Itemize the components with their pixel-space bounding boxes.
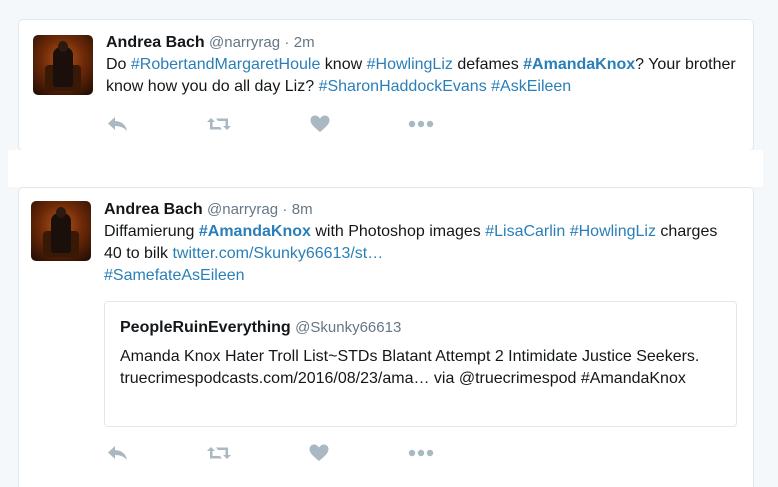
text-segment: Do <box>106 56 131 73</box>
tweet-card[interactable]: Andrea Bach @narryrag · 8m Diffamierung … <box>18 187 754 487</box>
tweet-card[interactable]: Andrea Bach @narryrag · 2m Do #Robertand… <box>18 19 754 151</box>
reply-icon[interactable] <box>106 114 130 134</box>
tweet-text: Do #RobertandMargaretHoule know #Howling… <box>106 54 746 98</box>
hashtag-link[interactable]: #HowlingLiz <box>570 223 656 240</box>
hashtag-link[interactable]: #SharonHaddockEvans <box>319 78 487 95</box>
quoted-tweet[interactable]: PeopleRuinEverything @Skunky66613 Amanda… <box>104 301 737 427</box>
avatar[interactable] <box>31 201 91 261</box>
quoted-author-name[interactable]: PeopleRuinEverything <box>120 319 291 336</box>
url-link[interactable]: twitter.com/Skunky66613/st… <box>172 245 383 262</box>
author-handle[interactable]: @narryrag <box>207 201 278 218</box>
retweet-icon[interactable] <box>207 443 231 463</box>
retweet-icon[interactable] <box>207 114 231 134</box>
quoted-tweet-text: Amanda Knox Hater Troll List~STDs Blatan… <box>120 348 700 387</box>
timestamp[interactable]: 8m <box>292 201 313 218</box>
timeline-gap <box>8 150 763 187</box>
hashtag-link[interactable]: #AskEileen <box>491 78 571 95</box>
timeline-top <box>0 0 778 12</box>
hashtag-link[interactable]: #HowlingLiz <box>367 56 453 73</box>
quoted-tweet-header: PeopleRuinEverything @Skunky66613 <box>120 318 401 338</box>
hashtag-link[interactable]: #RobertandMargaretHoule <box>131 56 320 73</box>
timestamp[interactable]: 2m <box>294 34 315 51</box>
hashtag-link[interactable]: #AmandaKnox <box>523 56 635 73</box>
tweet-actions <box>106 114 466 134</box>
like-icon[interactable] <box>308 114 332 134</box>
text-segment: Diffamierung <box>104 223 199 240</box>
hashtag-link[interactable]: #LisaCarlin <box>485 223 565 240</box>
hashtag-link[interactable]: #SamefateAsEileen <box>104 267 245 284</box>
tweet-text: Diffamierung #AmandaKnox with Photoshop … <box>104 221 724 287</box>
text-segment: defames <box>452 56 524 73</box>
separator-dot: · <box>284 34 290 51</box>
separator-dot: · <box>282 201 288 218</box>
tweet-actions <box>106 443 466 463</box>
hashtag-link[interactable]: #AmandaKnox <box>199 223 311 240</box>
reply-icon[interactable] <box>106 443 130 463</box>
like-icon[interactable] <box>307 443 331 463</box>
tweet-header: Andrea Bach @narryrag · 2m <box>106 33 315 53</box>
quoted-author-handle[interactable]: @Skunky66613 <box>295 319 401 336</box>
author-name[interactable]: Andrea Bach <box>104 201 203 218</box>
text-segment: with Photoshop images <box>310 223 486 240</box>
author-handle[interactable]: @narryrag <box>209 34 280 51</box>
text-segment: know <box>320 56 367 73</box>
more-icon[interactable] <box>407 443 435 463</box>
avatar[interactable] <box>33 35 93 95</box>
tweet-header: Andrea Bach @narryrag · 8m <box>104 200 313 220</box>
more-icon[interactable] <box>407 114 435 134</box>
author-name[interactable]: Andrea Bach <box>106 34 205 51</box>
